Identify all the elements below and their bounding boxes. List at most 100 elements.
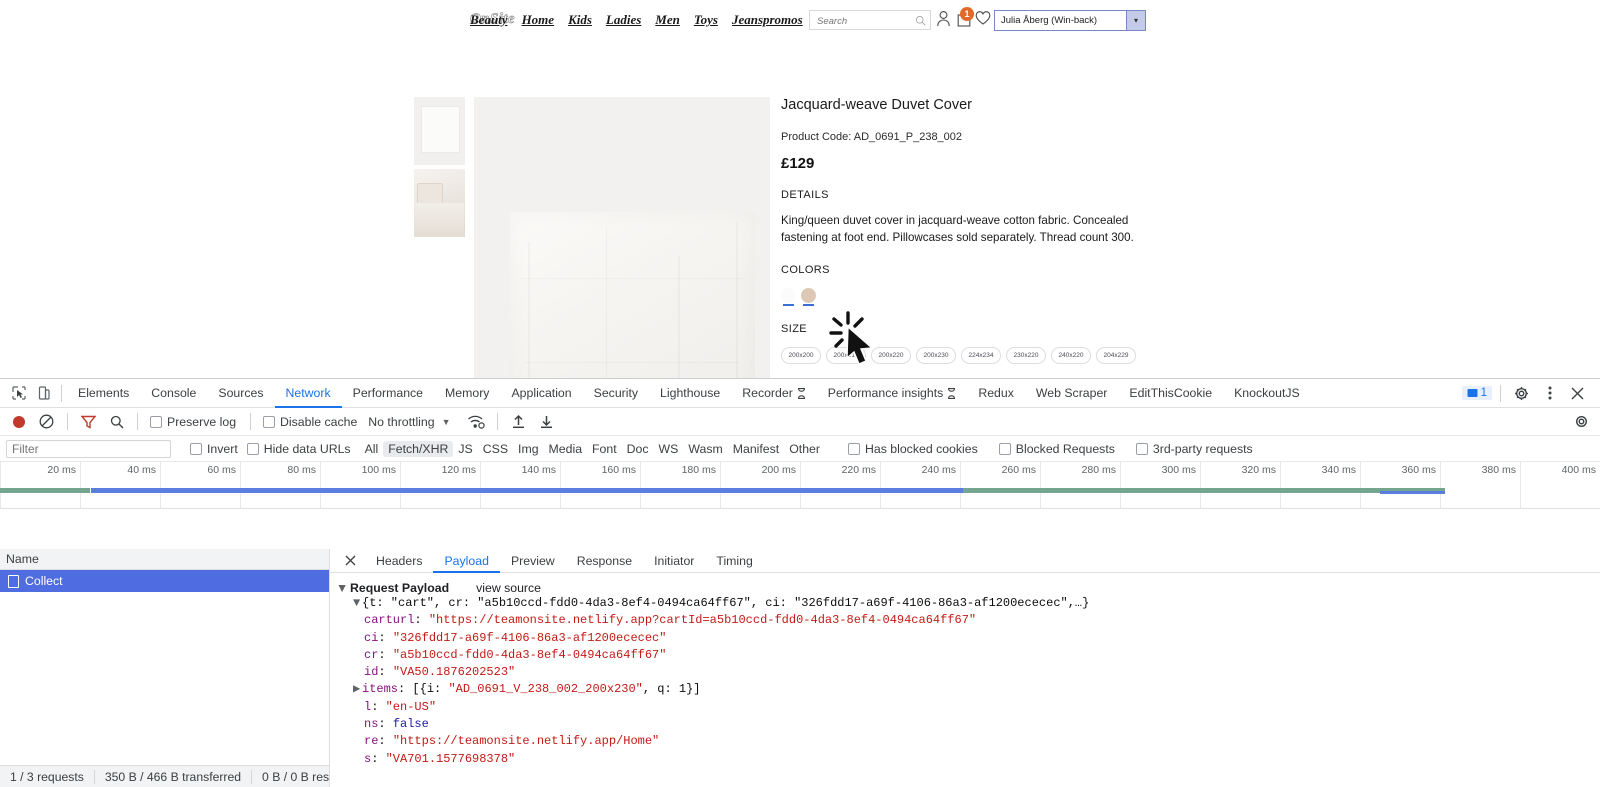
type-filter-font[interactable]: Font: [587, 441, 622, 457]
heart-icon[interactable]: [975, 10, 991, 26]
devtools-tab-editthiscookie[interactable]: EditThisCookie: [1118, 379, 1223, 408]
type-filter-other[interactable]: Other: [784, 441, 825, 457]
type-filter-fetch-xhr[interactable]: Fetch/XHR: [383, 441, 453, 457]
devtools-tab-lighthouse[interactable]: Lighthouse: [649, 379, 731, 408]
size-option-200x210[interactable]: 200x210: [826, 347, 866, 364]
filter-icon[interactable]: [76, 411, 101, 433]
size-option-200x230[interactable]: 200x230: [916, 347, 956, 364]
product-thumbnail-1[interactable]: [414, 97, 465, 165]
devtools-tab-redux[interactable]: Redux: [967, 379, 1025, 408]
blocked-requests-checkbox[interactable]: Blocked Requests: [999, 442, 1115, 456]
size-option-200x220[interactable]: 200x220: [871, 347, 911, 364]
devtools-tab-web-scraper[interactable]: Web Scraper: [1025, 379, 1119, 408]
search-box[interactable]: [809, 10, 931, 30]
payload-line-l[interactable]: l: "en-US": [336, 699, 1600, 716]
devtools-tab-performance[interactable]: Performance: [342, 379, 434, 408]
detail-tab-preview[interactable]: Preview: [500, 549, 566, 573]
payload-line-ns[interactable]: ns: false: [336, 716, 1600, 733]
network-settings-icon[interactable]: [1569, 411, 1594, 433]
devtools-tab-security[interactable]: Security: [583, 379, 649, 408]
nav-item-toys[interactable]: Toys: [694, 12, 718, 28]
size-option-240x220[interactable]: 240x220: [1051, 347, 1091, 364]
devtools-tab-recorder[interactable]: Recorder: [731, 379, 817, 408]
payload-line-s[interactable]: s: "VA701.1577698378": [336, 751, 1600, 768]
nav-item-kids[interactable]: Kids: [568, 12, 592, 28]
devtools-tab-elements[interactable]: Elements: [67, 379, 140, 408]
device-toolbar-icon[interactable]: [31, 382, 56, 404]
import-har-icon[interactable]: [506, 411, 531, 433]
type-filter-media[interactable]: Media: [544, 441, 588, 457]
size-option-204x229[interactable]: 204x229: [1096, 347, 1136, 364]
devtools-tab-console[interactable]: Console: [140, 379, 207, 408]
product-hero-image[interactable]: [474, 97, 770, 378]
status-requests: 1 / 3 requests: [0, 770, 95, 784]
search-input[interactable]: [815, 13, 911, 31]
detail-tab-initiator[interactable]: Initiator: [643, 549, 705, 573]
invert-checkbox[interactable]: Invert: [190, 442, 238, 456]
record-button[interactable]: [6, 411, 31, 433]
request-list-header[interactable]: Name: [0, 549, 329, 570]
size-option-200x200[interactable]: 200x200: [781, 347, 821, 364]
type-filter-img[interactable]: Img: [513, 441, 544, 457]
product-thumbnail-2[interactable]: [414, 169, 465, 237]
hide-data-urls-checkbox[interactable]: Hide data URLs: [247, 442, 351, 456]
type-filter-css[interactable]: CSS: [478, 441, 513, 457]
devtools-tab-performance-insights[interactable]: Performance insights: [817, 379, 968, 408]
payload-line-re[interactable]: re: "https://teamonsite.netlify.app/Home…: [336, 733, 1600, 750]
inspect-element-icon[interactable]: [6, 382, 31, 404]
chevron-down-icon[interactable]: ▾: [1126, 11, 1145, 30]
payload-line-ci[interactable]: ci: "326fdd17-a69f-4106-86a3-af1200ecece…: [336, 630, 1600, 647]
color-swatch-beige[interactable]: [801, 288, 816, 303]
detail-tab-payload[interactable]: Payload: [433, 549, 499, 573]
expand-triangle-icon[interactable]: ▼: [336, 581, 345, 595]
payload-line-cr[interactable]: cr: "a5b10ccd-fdd0-4da3-8ef4-0494ca64ff6…: [336, 647, 1600, 664]
payload-summary-line[interactable]: ▼{t: "cart", cr: "a5b10ccd-fdd0-4da3-8ef…: [336, 595, 1600, 612]
user-icon[interactable]: [936, 10, 951, 27]
devtools-tab-application[interactable]: Application: [500, 379, 582, 408]
devtools-tab-network[interactable]: Network: [275, 379, 342, 408]
detail-tab-headers[interactable]: Headers: [365, 549, 433, 573]
network-overview-timeline[interactable]: 20 ms40 ms60 ms80 ms100 ms120 ms140 ms16…: [0, 462, 1600, 509]
devtools-tab-memory[interactable]: Memory: [434, 379, 500, 408]
clear-button[interactable]: [34, 411, 59, 433]
detail-tab-timing[interactable]: Timing: [705, 549, 763, 573]
nav-item-jeanspromos[interactable]: Jeanspromos: [732, 12, 803, 28]
network-conditions-icon[interactable]: [464, 411, 489, 433]
payload-line-items[interactable]: ▶items: [{i: "AD_0691_V_238_002_200x230"…: [336, 681, 1600, 698]
type-filter-wasm[interactable]: Wasm: [683, 441, 727, 457]
third-party-requests-checkbox[interactable]: 3rd-party requests: [1136, 442, 1253, 456]
size-option-230x220[interactable]: 230x220: [1006, 347, 1046, 364]
type-filter-doc[interactable]: Doc: [622, 441, 654, 457]
filter-input[interactable]: [6, 440, 171, 458]
console-messages-badge[interactable]: 1: [1462, 386, 1492, 400]
devtools-tab-sources[interactable]: Sources: [207, 379, 274, 408]
preserve-log-checkbox[interactable]: Preserve log: [150, 415, 236, 429]
nav-item-home[interactable]: Home: [522, 12, 555, 28]
payload-line-carturl[interactable]: carturl: "https://teamonsite.netlify.app…: [336, 612, 1600, 629]
request-row[interactable]: Collect: [0, 570, 329, 592]
type-filter-manifest[interactable]: Manifest: [728, 441, 784, 457]
disable-cache-checkbox[interactable]: Disable cache: [263, 415, 357, 429]
more-options-icon[interactable]: [1537, 382, 1562, 404]
devtools-tab-knockoutjs[interactable]: KnockoutJS: [1223, 379, 1311, 408]
payload-section-header[interactable]: ▼ Request Payload view source: [336, 581, 1600, 595]
close-detail-icon[interactable]: [336, 549, 365, 573]
user-profile-select[interactable]: Julia Åberg (Win-back) ▾: [994, 10, 1146, 31]
search-icon-devtools[interactable]: [104, 411, 129, 433]
detail-tab-response[interactable]: Response: [566, 549, 643, 573]
nav-item-beauty[interactable]: Beauty: [470, 12, 508, 28]
nav-item-men[interactable]: Men: [655, 12, 680, 28]
type-filter-js[interactable]: JS: [453, 441, 477, 457]
type-filter-ws[interactable]: WS: [654, 441, 684, 457]
color-swatch-white[interactable]: [781, 288, 796, 303]
gear-icon[interactable]: [1509, 382, 1534, 404]
export-har-icon[interactable]: [534, 411, 559, 433]
view-source-link[interactable]: view source: [476, 581, 541, 595]
size-option-224x234[interactable]: 224x234: [961, 347, 1001, 364]
throttling-select[interactable]: No throttling ▼: [368, 415, 450, 429]
has-blocked-cookies-checkbox[interactable]: Has blocked cookies: [848, 442, 978, 456]
close-icon[interactable]: [1565, 382, 1590, 404]
type-filter-all[interactable]: All: [360, 441, 384, 457]
nav-item-ladies[interactable]: Ladies: [606, 12, 641, 28]
payload-line-id[interactable]: id: "VA50.1876202523": [336, 664, 1600, 681]
